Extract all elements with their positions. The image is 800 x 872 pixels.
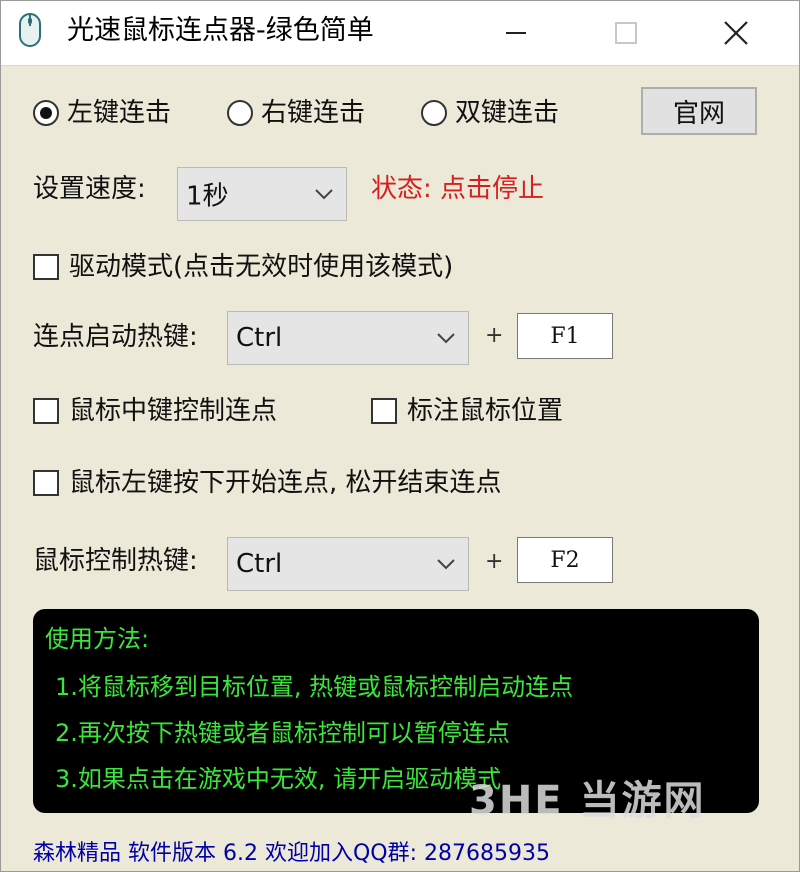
instruction-line: 2.再次按下热键或者鼠标控制可以暂停连点 <box>55 719 510 747</box>
speed-select[interactable]: 1秒 <box>177 167 347 221</box>
mouse-icon <box>19 13 41 47</box>
checkbox-label: 鼠标中键控制连点 <box>69 396 278 426</box>
speed-label: 设置速度: <box>33 174 146 204</box>
maximize-icon <box>615 22 637 44</box>
chevron-down-icon <box>437 559 455 570</box>
radio-left-click[interactable]: 左键连击 <box>33 95 171 131</box>
plus-sign: + <box>485 323 504 348</box>
start-hotkey-key-field[interactable]: F1 <box>517 313 613 359</box>
radio-label: 右键连击 <box>261 98 366 128</box>
instruction-line: 1.将鼠标移到目标位置, 热键或鼠标控制启动连点 <box>55 673 574 701</box>
radio-label: 双键连击 <box>455 98 560 128</box>
instructions-heading: 使用方法: <box>45 625 150 653</box>
maximize-button[interactable] <box>591 5 661 61</box>
start-hotkey-modifier-select[interactable]: Ctrl <box>227 311 469 365</box>
modifier-value: Ctrl <box>236 323 283 353</box>
mark-position-checkbox[interactable]: 标注鼠标位置 <box>371 393 563 429</box>
checkbox-label: 标注鼠标位置 <box>407 396 564 426</box>
checkbox-box <box>33 470 59 496</box>
instruction-line: 3.如果点击在游戏中无效, 请开启驱动模式 <box>55 765 502 793</box>
footer-version-text: 森林精品 软件版本 6.2 欢迎加入QQ群: 287685935 <box>33 841 550 866</box>
driver-mode-checkbox[interactable]: 驱动模式(点击无效时使用该模式) <box>33 249 453 285</box>
checkbox-label: 驱动模式(点击无效时使用该模式) <box>69 252 454 282</box>
status-text: 状态: 点击停止 <box>371 174 545 204</box>
middle-button-checkbox[interactable]: 鼠标中键控制连点 <box>33 393 277 429</box>
chevron-down-icon <box>315 189 333 200</box>
plus-sign: + <box>485 549 504 574</box>
radio-selected-dot <box>40 107 52 119</box>
left-hold-checkbox[interactable]: 鼠标左键按下开始连点, 松开结束连点 <box>33 465 502 501</box>
mouse-hotkey-label: 鼠标控制热键: <box>33 546 198 576</box>
app-window: 光速鼠标连点器-绿色简单 左键连击 右键连击 双键连击 官网 设置速度: 1秒 … <box>0 0 800 872</box>
checkbox-box <box>371 398 397 424</box>
chevron-down-icon <box>437 333 455 344</box>
radio-right-click[interactable]: 右键连击 <box>227 95 365 131</box>
radio-circle <box>33 100 59 126</box>
minimize-icon <box>506 32 526 34</box>
minimize-button[interactable] <box>481 5 551 61</box>
window-title: 光速鼠标连点器-绿色简单 <box>67 15 374 46</box>
watermark: 3HE 当游网 <box>469 778 706 824</box>
close-button[interactable] <box>701 5 771 61</box>
title-bar[interactable]: 光速鼠标连点器-绿色简单 <box>1 1 799 66</box>
radio-circle <box>421 100 447 126</box>
close-icon <box>724 21 748 45</box>
radio-circle <box>227 100 253 126</box>
checkbox-box <box>33 398 59 424</box>
checkbox-label: 鼠标左键按下开始连点, 松开结束连点 <box>69 468 502 498</box>
mouse-hotkey-key-field[interactable]: F2 <box>517 537 613 583</box>
mouse-hotkey-modifier-select[interactable]: Ctrl <box>227 537 469 591</box>
speed-value: 1秒 <box>186 181 229 212</box>
radio-double-click[interactable]: 双键连击 <box>421 95 559 131</box>
checkbox-box <box>33 254 59 280</box>
website-button[interactable]: 官网 <box>641 87 757 135</box>
modifier-value: Ctrl <box>236 549 283 579</box>
start-hotkey-label: 连点启动热键: <box>33 322 198 352</box>
radio-label: 左键连击 <box>67 98 172 128</box>
